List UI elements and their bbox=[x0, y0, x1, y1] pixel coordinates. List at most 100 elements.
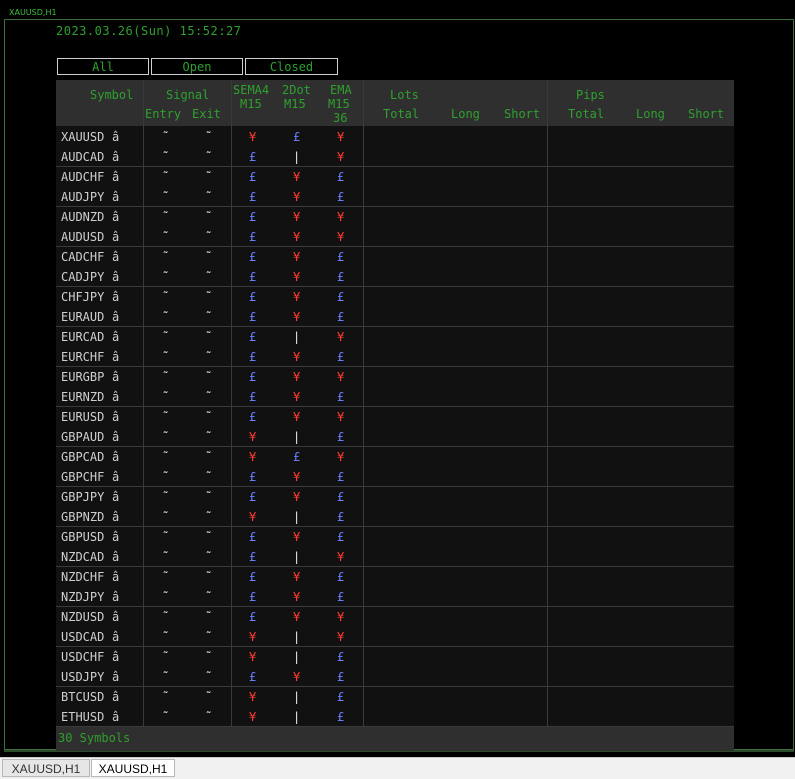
row-symbol[interactable]: CHFJPY bbox=[61, 290, 104, 304]
column-divider bbox=[547, 80, 548, 751]
row-symbol-arrow-icon[interactable]: â bbox=[112, 210, 119, 224]
row-exit-signal: ˜ bbox=[205, 710, 213, 724]
row-symbol[interactable]: BTCUSD bbox=[61, 690, 104, 704]
row-symbol-arrow-icon[interactable]: â bbox=[112, 610, 119, 624]
row-symbol[interactable]: GBPUSD bbox=[61, 530, 104, 544]
row-symbol-arrow-icon[interactable]: â bbox=[112, 550, 119, 564]
row-symbol-arrow-icon[interactable]: â bbox=[112, 190, 119, 204]
row-symbol[interactable]: AUDCHF bbox=[61, 170, 104, 184]
row-exit-signal: ˜ bbox=[205, 610, 213, 624]
row-symbol-arrow-icon[interactable]: â bbox=[112, 530, 119, 544]
row-symbol-arrow-icon[interactable]: â bbox=[112, 430, 119, 444]
row-symbol[interactable]: ETHUSD bbox=[61, 710, 104, 724]
header-sema-tf: M15 bbox=[240, 97, 262, 111]
row-symbol[interactable]: USDCHF bbox=[61, 650, 104, 664]
row-sema-indicator: £ bbox=[249, 350, 257, 364]
row-symbol[interactable]: NZDCAD bbox=[61, 550, 104, 564]
row-sema-indicator: £ bbox=[249, 390, 257, 404]
row-symbol-arrow-icon[interactable]: â bbox=[112, 270, 119, 284]
row-2dot-indicator: ¥ bbox=[293, 250, 301, 264]
row-symbol[interactable]: AUDJPY bbox=[61, 190, 104, 204]
window-tab-active[interactable]: XAUUSD,H1 bbox=[91, 759, 175, 777]
row-symbol-arrow-icon[interactable]: â bbox=[112, 370, 119, 384]
row-symbol-arrow-icon[interactable]: â bbox=[112, 250, 119, 264]
row-symbol[interactable]: NZDJPY bbox=[61, 590, 104, 604]
row-ema-indicator: £ bbox=[337, 190, 345, 204]
row-ema-indicator: £ bbox=[337, 650, 345, 664]
row-symbol[interactable]: AUDUSD bbox=[61, 230, 104, 244]
row-exit-signal: ˜ bbox=[205, 550, 213, 564]
row-symbol-arrow-icon[interactable]: â bbox=[112, 590, 119, 604]
row-symbol[interactable]: XAUUSD bbox=[61, 130, 104, 144]
column-divider bbox=[363, 80, 364, 751]
row-symbol-arrow-icon[interactable]: â bbox=[112, 170, 119, 184]
row-sema-indicator: £ bbox=[249, 310, 257, 324]
row-symbol-arrow-icon[interactable]: â bbox=[112, 710, 119, 724]
row-group-divider bbox=[56, 566, 734, 567]
row-symbol-arrow-icon[interactable]: â bbox=[112, 670, 119, 684]
row-symbol[interactable]: GBPCHF bbox=[61, 470, 104, 484]
row-symbol-arrow-icon[interactable]: â bbox=[112, 570, 119, 584]
row-symbol-arrow-icon[interactable]: â bbox=[112, 510, 119, 524]
filter-open-button[interactable]: Open bbox=[151, 58, 243, 75]
window-tab[interactable]: XAUUSD,H1 bbox=[2, 759, 90, 777]
row-symbol-arrow-icon[interactable]: â bbox=[112, 390, 119, 404]
row-exit-signal: ˜ bbox=[205, 370, 213, 384]
row-entry-signal: ˜ bbox=[162, 430, 170, 444]
row-group-divider bbox=[56, 446, 734, 447]
row-symbol[interactable]: EURCAD bbox=[61, 330, 104, 344]
row-symbol[interactable]: GBPCAD bbox=[61, 450, 104, 464]
row-symbol-arrow-icon[interactable]: â bbox=[112, 690, 119, 704]
row-2dot-indicator: | bbox=[293, 630, 301, 644]
row-symbol[interactable]: AUDNZD bbox=[61, 210, 104, 224]
row-sema-indicator: £ bbox=[249, 570, 257, 584]
header-signal: Signal bbox=[166, 88, 210, 102]
row-exit-signal: ˜ bbox=[205, 330, 213, 344]
row-symbol[interactable]: EURGBP bbox=[61, 370, 104, 384]
row-symbol[interactable]: EURCHF bbox=[61, 350, 104, 364]
row-symbol[interactable]: CADCHF bbox=[61, 250, 104, 264]
header-lots-total: Total bbox=[383, 107, 420, 121]
row-ema-indicator: £ bbox=[337, 690, 345, 704]
row-symbol-arrow-icon[interactable]: â bbox=[112, 230, 119, 244]
row-symbol[interactable]: USDCAD bbox=[61, 630, 104, 644]
row-symbol-arrow-icon[interactable]: â bbox=[112, 290, 119, 304]
row-symbol[interactable]: GBPAUD bbox=[61, 430, 104, 444]
row-symbol-arrow-icon[interactable]: â bbox=[112, 330, 119, 344]
row-symbol[interactable]: GBPJPY bbox=[61, 490, 104, 504]
row-symbol-arrow-icon[interactable]: â bbox=[112, 150, 119, 164]
row-2dot-indicator: ¥ bbox=[293, 370, 301, 384]
filter-closed-button[interactable]: Closed bbox=[245, 58, 338, 75]
row-symbol-arrow-icon[interactable]: â bbox=[112, 410, 119, 424]
header-symbol[interactable]: Symbol bbox=[90, 88, 133, 102]
row-ema-indicator: £ bbox=[337, 390, 345, 404]
header-lots-short: Short bbox=[504, 107, 541, 121]
row-symbol[interactable]: EURAUD bbox=[61, 310, 104, 324]
row-symbol[interactable]: GBPNZD bbox=[61, 510, 104, 524]
row-symbol-arrow-icon[interactable]: â bbox=[112, 450, 119, 464]
row-symbol-arrow-icon[interactable]: â bbox=[112, 650, 119, 664]
row-symbol[interactable]: CADJPY bbox=[61, 270, 104, 284]
row-symbol[interactable]: NZDUSD bbox=[61, 610, 104, 624]
row-sema-indicator: ¥ bbox=[249, 130, 257, 144]
row-ema-indicator: ¥ bbox=[337, 230, 345, 244]
row-symbol[interactable]: EURNZD bbox=[61, 390, 104, 404]
header-ema-tf: M15 bbox=[328, 97, 350, 111]
row-ema-indicator: £ bbox=[337, 310, 345, 324]
row-symbol-arrow-icon[interactable]: â bbox=[112, 470, 119, 484]
table-footer bbox=[56, 727, 734, 751]
row-entry-signal: ˜ bbox=[162, 370, 170, 384]
row-symbol-arrow-icon[interactable]: â bbox=[112, 630, 119, 644]
row-entry-signal: ˜ bbox=[162, 390, 170, 404]
row-symbol[interactable]: EURUSD bbox=[61, 410, 104, 424]
row-symbol[interactable]: NZDCHF bbox=[61, 570, 104, 584]
row-symbol-arrow-icon[interactable]: â bbox=[112, 490, 119, 504]
header-entry: Entry bbox=[145, 107, 182, 121]
row-symbol[interactable]: AUDCAD bbox=[61, 150, 104, 164]
row-symbol-arrow-icon[interactable]: â bbox=[112, 310, 119, 324]
row-symbol-arrow-icon[interactable]: â bbox=[112, 350, 119, 364]
row-symbol-arrow-icon[interactable]: â bbox=[112, 130, 119, 144]
row-exit-signal: ˜ bbox=[205, 290, 213, 304]
filter-all-button[interactable]: All bbox=[57, 58, 149, 75]
row-symbol[interactable]: USDJPY bbox=[61, 670, 104, 684]
